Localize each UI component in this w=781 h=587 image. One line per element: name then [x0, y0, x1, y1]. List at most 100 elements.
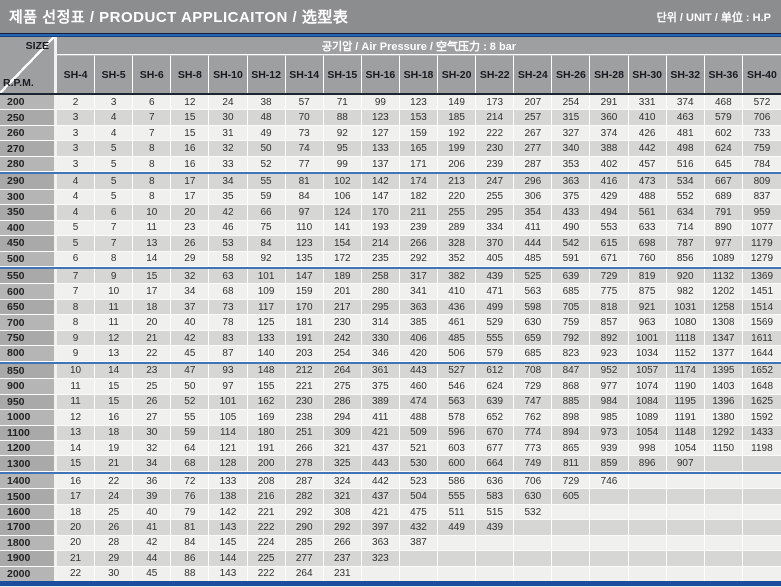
table-cell: 685 [514, 346, 552, 360]
table-cell: 443 [362, 456, 400, 470]
table-cell: 71 [324, 95, 362, 109]
table-cell: 385 [400, 315, 438, 329]
table-cell: 27 [133, 410, 171, 424]
table-cell [514, 536, 552, 550]
table-cell: 439 [476, 269, 514, 283]
row-values: 18254079142221292308421475511515532 [57, 505, 781, 519]
table-cell: 1191 [667, 410, 705, 424]
table-cell: 135 [286, 252, 324, 266]
rpm-label: 1400 [0, 474, 57, 488]
table-cell: 101 [248, 269, 286, 283]
table-cell: 22 [95, 474, 133, 488]
table-cell: 25 [133, 379, 171, 393]
table-cell: 521 [400, 441, 438, 455]
table-cell: 201 [324, 284, 362, 298]
table-cell: 1054 [629, 426, 667, 440]
table-cell: 34 [171, 284, 209, 298]
table-cell: 20 [133, 315, 171, 329]
table-cell: 16 [95, 410, 133, 424]
table-cell: 84 [248, 236, 286, 250]
table-cell: 698 [629, 236, 667, 250]
table-cell: 982 [667, 284, 705, 298]
table-cell: 481 [667, 126, 705, 140]
table-cell: 242 [324, 331, 362, 345]
table-cell: 216 [248, 489, 286, 503]
table-cell: 14 [133, 252, 171, 266]
table-cell: 30 [133, 426, 171, 440]
row-values: 1318305911418025130942150959667077489497… [57, 426, 781, 440]
table-cell: 555 [476, 331, 514, 345]
table-cell: 266 [324, 536, 362, 550]
table-cell [552, 567, 590, 581]
table-cell: 433 [552, 205, 590, 219]
table-cell: 4 [57, 174, 95, 188]
table-cell: 181 [286, 315, 324, 329]
column-header: SH-20 [438, 55, 476, 93]
table-cell: 530 [400, 456, 438, 470]
table-cell [552, 536, 590, 550]
table-cell: 485 [514, 252, 552, 266]
table-cell: 78 [209, 315, 247, 329]
table-cell: 1644 [743, 346, 781, 360]
table-cell: 128 [209, 456, 247, 470]
table-cell: 7 [133, 126, 171, 140]
table-cell: 26 [133, 395, 171, 409]
header-right: 공기압 / Air Pressure / 空气压力 : 8 bar SH-4SH… [57, 37, 781, 93]
product-application-page: 제품 선정표 / PRODUCT APPLICAITON / 选型表 단위 / … [0, 0, 781, 587]
table-cell: 182 [400, 190, 438, 204]
table-cell [629, 551, 667, 565]
table-cell: 787 [667, 236, 705, 250]
table-cell: 837 [743, 190, 781, 204]
table-cell [629, 536, 667, 550]
rpm-axis-label: R.P.M. [3, 77, 34, 89]
table-cell: 8 [133, 157, 171, 171]
table-cell: 3 [95, 95, 133, 109]
column-header: SH-32 [667, 55, 705, 93]
table-cell: 20 [171, 205, 209, 219]
table-cell: 21 [57, 551, 95, 565]
table-cell: 1150 [705, 441, 743, 455]
table-cell: 468 [705, 95, 743, 109]
table-cell: 287 [514, 157, 552, 171]
table-cell: 1648 [743, 379, 781, 393]
table-cell [667, 505, 705, 519]
table-cell: 363 [552, 174, 590, 188]
row-values: 1622367213320828732444252358663670672974… [57, 474, 781, 488]
table-cell: 542 [552, 236, 590, 250]
table-cell: 32 [171, 269, 209, 283]
table-cell: 8 [57, 300, 95, 314]
table-cell: 63 [209, 269, 247, 283]
row-values: 3471531497392127159192222267327374426481… [57, 126, 781, 140]
table-cell [705, 520, 743, 534]
table-cell: 247 [476, 174, 514, 188]
table-cell: 488 [400, 410, 438, 424]
table-cell: 88 [324, 110, 362, 124]
row-values: 17243976138216282321437504555583630605 [57, 489, 781, 503]
table-cell: 15 [95, 395, 133, 409]
table-cell: 72 [171, 474, 209, 488]
table-cell: 516 [667, 157, 705, 171]
table-body: 2002361224385771991231491732072542913313… [0, 95, 781, 581]
table-cell: 791 [705, 205, 743, 219]
table-cell: 296 [514, 174, 552, 188]
table-cell: 109 [248, 284, 286, 298]
table-cell: 77 [286, 157, 324, 171]
title-bar: 제품 선정표 / PRODUCT APPLICAITON / 选型表 단위 / … [0, 0, 781, 33]
rpm-label: 1900 [0, 551, 57, 565]
table-cell [400, 551, 438, 565]
table-cell: 546 [438, 379, 476, 393]
air-pressure-header: 공기압 / Air Pressure / 空气压力 : 8 bar [57, 37, 781, 55]
table-row: 160018254079142221292308421475511515532 [0, 505, 781, 520]
column-header: SH-26 [552, 55, 590, 93]
table-cell: 759 [743, 141, 781, 155]
table-cell: 147 [362, 190, 400, 204]
table-row: 8009132245871402032543464205065796858239… [0, 346, 781, 361]
table-cell: 138 [209, 489, 247, 503]
column-header: SH-8 [171, 55, 209, 93]
table-cell: 142 [362, 174, 400, 188]
table-cell [743, 489, 781, 503]
table-cell: 374 [590, 126, 628, 140]
row-values: 20264181143222290292397432449439 [57, 520, 781, 534]
table-cell: 266 [286, 441, 324, 455]
table-cell: 334 [476, 221, 514, 235]
